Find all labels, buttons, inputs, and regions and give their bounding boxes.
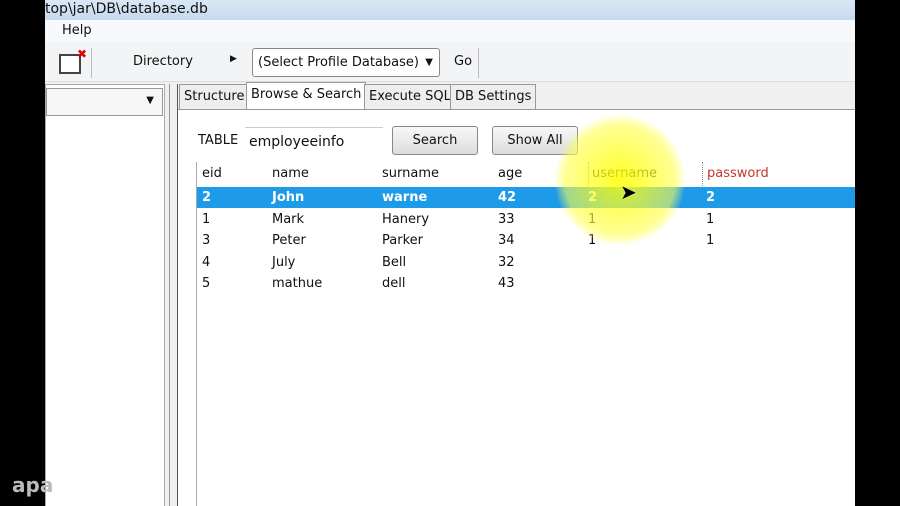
table-cell: 1 [706,233,715,248]
table-cell: 2 [588,190,598,205]
table-cell: Bell [382,254,407,270]
table-cell: 5 [202,276,211,291]
table-cell: 32 [498,254,515,270]
table-cell: 1 [588,211,597,227]
watermark: apa [12,473,54,497]
toolbar: Directory ▶ (Select Profile Database) ▼ G… [45,42,855,82]
tab-execute-sql[interactable]: Execute SQL [364,84,456,109]
table-cell: 1 [588,233,597,248]
table-row[interactable]: 3 Peter Parker 34 1 1 [197,230,855,251]
profile-select[interactable]: (Select Profile Database) ▼ [252,48,440,77]
table-row[interactable]: 1 Mark Hanery 33 1 1 [197,209,855,230]
directory-button[interactable]: Directory [133,54,193,69]
chevron-right-icon[interactable]: ▶ [230,54,237,64]
table-cell: 42 [498,190,517,205]
go-button[interactable]: Go [454,54,472,69]
table-cell: mathue [272,276,323,291]
menu-bar: Help [45,20,855,42]
column-header[interactable]: password [702,162,769,186]
table-cell: warne [382,190,428,205]
profile-select-value: (Select Profile Database) [258,55,419,70]
app-window: top\jar\DB\database.db Help Directory ▶ … [45,0,855,506]
separator [91,48,92,78]
table-cell: 2 [706,190,716,205]
table-cell: 4 [202,254,211,270]
tab-structure[interactable]: Structure [179,84,250,109]
table-cell: 1 [706,211,715,227]
table-cell: dell [382,276,406,291]
browse-panel: TABLE employeeinfo Search Show All eid n… [178,109,855,506]
mouse-cursor-icon: ➤ [620,180,637,204]
menu-help[interactable]: Help [62,20,92,42]
table-cell: Mark [272,211,305,227]
left-combo[interactable]: ▼ [46,88,163,116]
table-cell: John [272,190,305,205]
table-cell: 2 [202,190,212,205]
table-cell: Hanery [382,211,430,227]
table-cell: July [272,254,296,270]
separator [478,48,479,78]
data-grid: eid name surname age username password 2… [196,162,855,506]
table-cell: 43 [498,276,515,291]
left-panel: ▼ [45,84,165,506]
splitter[interactable] [169,84,178,506]
tab-db-settings[interactable]: DB Settings [450,84,537,109]
table-cell: 1 [202,211,211,227]
column-header[interactable]: age [498,162,522,186]
column-header[interactable]: eid [202,162,222,186]
column-header[interactable]: surname [382,162,439,186]
chevron-down-icon: ▼ [146,95,154,106]
table-row[interactable]: 2 John warne 42 2 2 [197,187,855,208]
tab-browse-search[interactable]: Browse & Search [246,82,367,110]
column-header[interactable]: name [272,162,309,186]
table-cell: 33 [498,211,515,227]
search-button[interactable]: Search [392,126,478,155]
table-label: TABLE [198,133,239,148]
table-cell: 34 [498,233,515,248]
table-row[interactable]: 5 mathue dell 43 [197,273,855,294]
title-bar: top\jar\DB\database.db [45,0,855,20]
show-all-button[interactable]: Show All [492,126,578,155]
chevron-down-icon: ▼ [425,57,433,68]
grid-header: eid name surname age username password [197,162,855,186]
table-cell: Peter [272,233,306,248]
table-cell: 3 [202,233,211,248]
delete-table-icon[interactable] [59,47,87,74]
table-row[interactable]: 4 July Bell 32 [197,252,855,273]
table-input[interactable]: employeeinfo [245,127,383,155]
table-cell: Parker [382,233,423,248]
